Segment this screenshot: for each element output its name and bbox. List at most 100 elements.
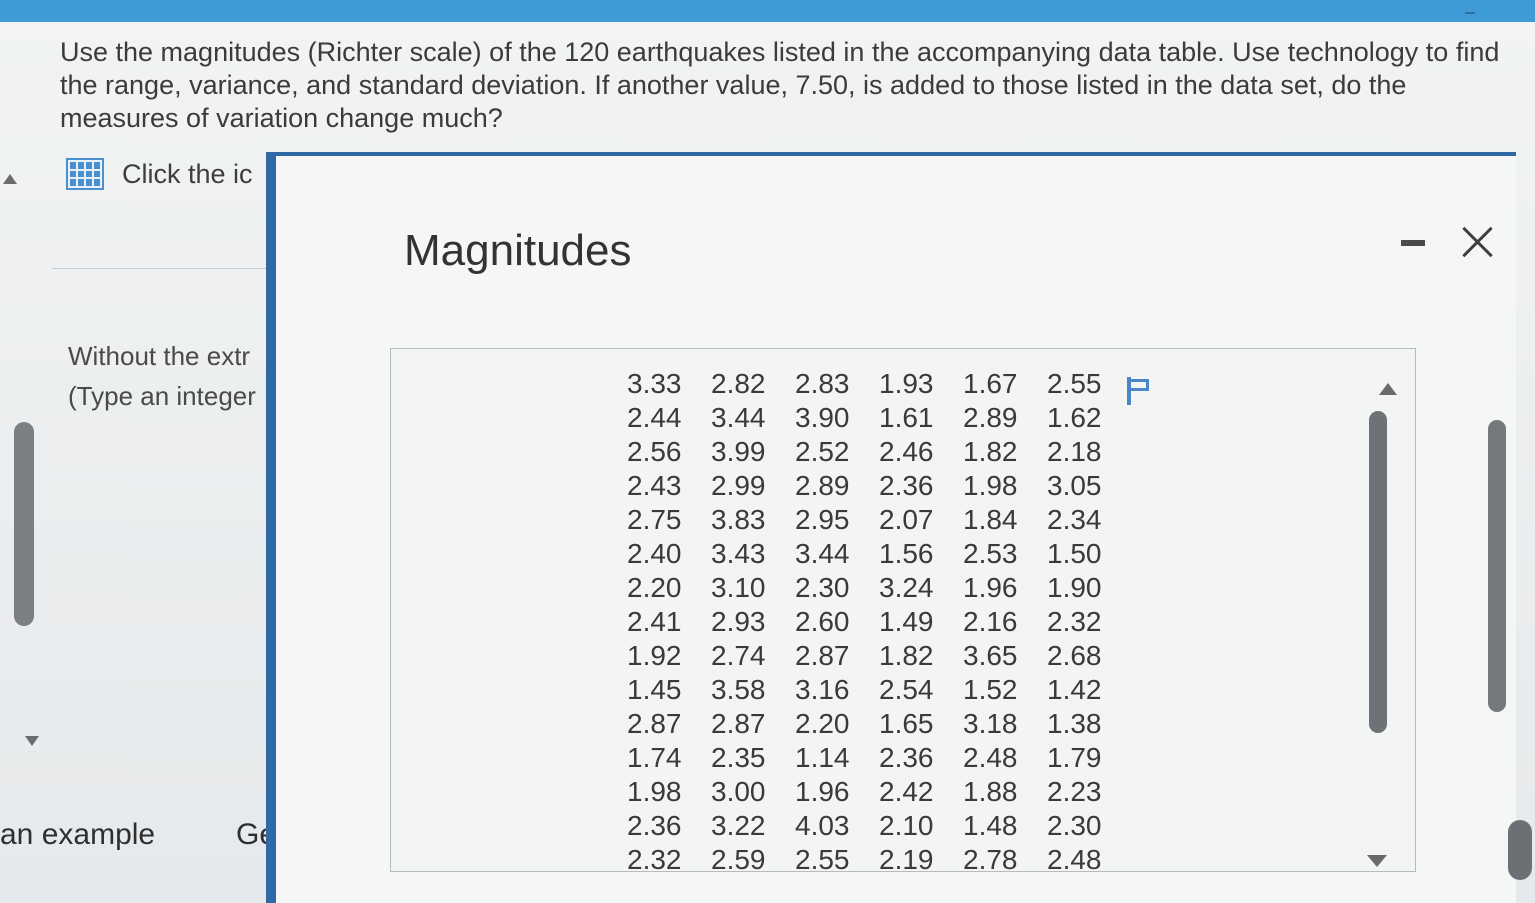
table-cell: 2.83 (795, 368, 850, 399)
table-row: 2.36 3.22 4.03 2.10 1.48 2.30 (627, 809, 1131, 843)
table-cell: 2.75 (627, 504, 682, 535)
table-cell: 2.54 (879, 674, 934, 705)
data-table-frame: 3.33 2.82 2.83 1.93 1.67 2.55 2.44 3.44 3.90 1.61… (390, 348, 1416, 875)
left-scroll-down-icon[interactable] (25, 736, 39, 746)
table-cell: 2.59 (711, 844, 766, 875)
table-cell: 2.55 (795, 844, 850, 875)
table-cell: 2.95 (795, 504, 850, 535)
table-cell: 3.33 (627, 368, 682, 399)
table-cell: 1.79 (1047, 742, 1102, 773)
table-cell: 2.74 (711, 640, 766, 671)
table-scrollbar[interactable] (1369, 411, 1387, 733)
table-row: 3.33 2.82 2.83 1.93 1.67 2.55 (627, 367, 1131, 401)
table-row: 2.75 3.83 2.95 2.07 1.84 2.34 (627, 503, 1131, 537)
table-row: 2.41 2.93 2.60 1.49 2.16 2.32 (627, 605, 1131, 639)
flag-icon[interactable] (1125, 377, 1151, 405)
table-cell: 3.43 (711, 538, 766, 569)
table-cell: 2.48 (1047, 844, 1102, 875)
table-cell: 1.74 (627, 742, 682, 773)
table-cell: 2.30 (1047, 810, 1102, 841)
table-cell: 1.88 (963, 776, 1018, 807)
table-row: 2.87 2.87 2.20 1.65 3.18 1.38 (627, 707, 1131, 741)
table-cell: 2.87 (627, 708, 682, 739)
table-cell: 2.46 (879, 436, 934, 467)
table-cell: 2.89 (963, 402, 1018, 433)
table-cell: 3.44 (711, 402, 766, 433)
table-cell: 2.87 (711, 708, 766, 739)
table-cell: 1.38 (1047, 708, 1102, 739)
table-cell: 2.40 (627, 538, 682, 569)
close-icon[interactable] (1458, 222, 1498, 262)
table-cell: 4.03 (795, 810, 850, 841)
table-cell: 2.87 (795, 640, 850, 671)
table-cell: 3.90 (795, 402, 850, 433)
table-cell: 3.24 (879, 572, 934, 603)
table-cell: 2.56 (627, 436, 682, 467)
table-row: 2.56 3.99 2.52 2.46 1.82 2.18 (627, 435, 1131, 469)
left-panel: Click the ic Without the extr (Type an i… (0, 0, 280, 903)
table-cell: 1.52 (963, 674, 1018, 705)
table-cell: 2.99 (711, 470, 766, 501)
table-cell: 2.43 (627, 470, 682, 501)
divider (52, 268, 268, 269)
magnitudes-dialog: Magnitudes 3.33 2.82 2.83 1.93 1.67 2.55 2.44 3… (266, 152, 1516, 903)
table-cell: 3.18 (963, 708, 1018, 739)
top-bar-mark (1465, 12, 1475, 14)
table-cell: 3.22 (711, 810, 766, 841)
table-cell: 2.18 (1047, 436, 1102, 467)
table-cell: 2.16 (963, 606, 1018, 637)
table-cell: 1.96 (963, 572, 1018, 603)
table-cell: 2.19 (879, 844, 934, 875)
answer-instructions: Without the extr (Type an integer (68, 336, 256, 416)
table-cell: 2.53 (963, 538, 1018, 569)
table-row: 1.92 2.74 2.87 1.82 3.65 2.68 (627, 639, 1131, 673)
table-cell: 2.34 (1047, 504, 1102, 535)
table-cell: 2.32 (1047, 606, 1102, 637)
table-row: 1.98 3.00 1.96 2.42 1.88 2.23 (627, 775, 1131, 809)
table-cell: 2.35 (711, 742, 766, 773)
left-scroll-up-icon[interactable] (3, 174, 17, 184)
page-scrollbar[interactable] (1488, 420, 1506, 712)
table-cell: 2.20 (627, 572, 682, 603)
data-table-link[interactable]: Click the ic (66, 157, 253, 191)
view-example-link[interactable]: an example (0, 818, 155, 851)
table-cell: 3.16 (795, 674, 850, 705)
table-cell: 2.36 (879, 742, 934, 773)
table-cell: 2.10 (879, 810, 934, 841)
table-cell: 2.36 (879, 470, 934, 501)
table-cell: 1.98 (627, 776, 682, 807)
table-cell: 2.07 (879, 504, 934, 535)
table-scroll-down-icon[interactable] (1367, 855, 1387, 867)
table-cell: 2.44 (627, 402, 682, 433)
table-row: 2.40 3.43 3.44 1.56 2.53 1.50 (627, 537, 1131, 571)
table-cell: 2.93 (711, 606, 766, 637)
table-cell: 1.62 (1047, 402, 1102, 433)
table-cell: 2.78 (963, 844, 1018, 875)
table-row: 1.45 3.58 3.16 2.54 1.52 1.42 (627, 673, 1131, 707)
table-cell: 1.67 (963, 368, 1018, 399)
table-row: 2.32 2.59 2.55 2.19 2.78 2.48 (627, 843, 1131, 877)
table-grid-icon[interactable] (66, 158, 104, 190)
table-cell: 2.42 (879, 776, 934, 807)
page-scrollbar-edge[interactable] (1508, 820, 1532, 880)
table-cell: 2.32 (627, 844, 682, 875)
magnitudes-table: 3.33 2.82 2.83 1.93 1.67 2.55 2.44 3.44 3.90 1.61… (627, 367, 1131, 877)
table-cell: 1.65 (879, 708, 934, 739)
table-cell: 1.48 (963, 810, 1018, 841)
type-integer-text: (Type an integer (68, 381, 256, 411)
minimize-button[interactable] (1399, 228, 1429, 258)
table-cell: 3.44 (795, 538, 850, 569)
table-cell: 2.41 (627, 606, 682, 637)
table-cell: 1.42 (1047, 674, 1102, 705)
table-scroll-up-icon[interactable] (1379, 383, 1397, 395)
table-cell: 2.20 (795, 708, 850, 739)
table-cell: 1.84 (963, 504, 1018, 535)
table-cell: 2.89 (795, 470, 850, 501)
table-cell: 3.00 (711, 776, 766, 807)
table-row: 2.43 2.99 2.89 2.36 1.98 3.05 (627, 469, 1131, 503)
table-cell: 2.60 (795, 606, 850, 637)
table-cell: 2.82 (711, 368, 766, 399)
table-cell: 1.96 (795, 776, 850, 807)
without-extra-text: Without the extr (68, 341, 251, 371)
left-scrollbar[interactable] (14, 422, 34, 626)
